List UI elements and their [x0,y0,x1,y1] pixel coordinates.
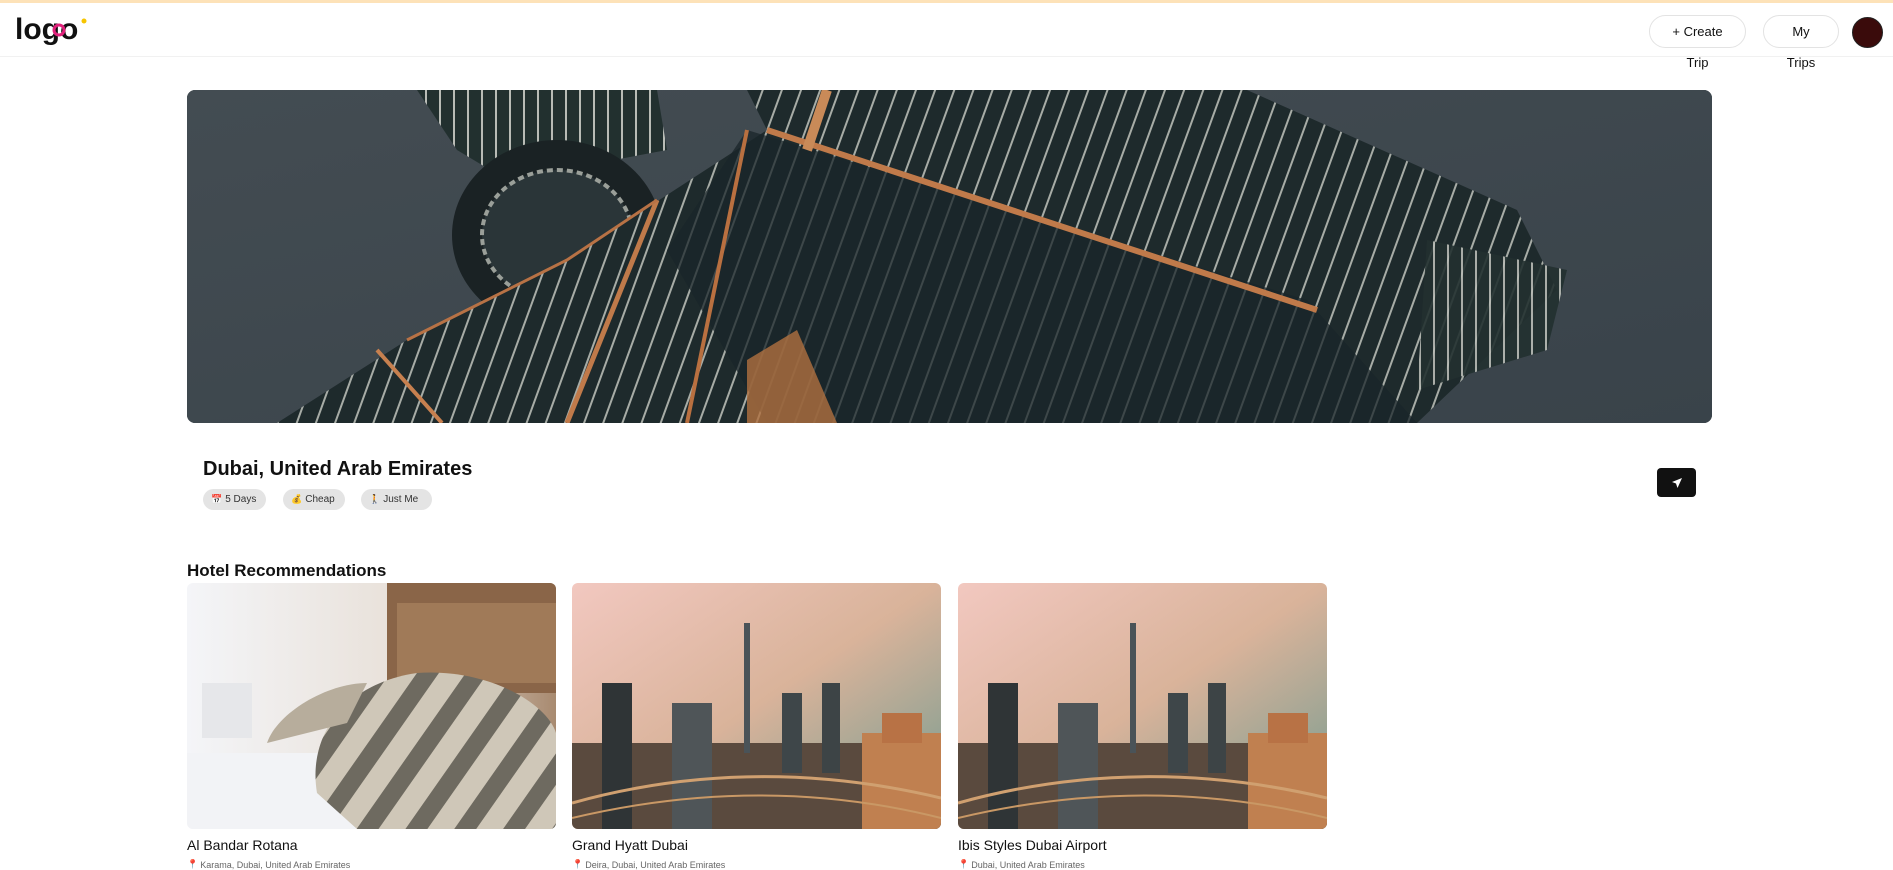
hotel-location-text: Deira, Dubai, United Arab Emirates [585,859,726,870]
svg-text:logo: logo [15,13,78,46]
trip-duration-label: 5 Days [225,494,257,505]
hotel-location: 📍 Dubai, United Arab Emirates [958,859,1327,870]
avatar[interactable] [1852,17,1883,48]
location-pin-icon: 📍 [958,859,970,869]
my-trips-button[interactable]: My Trips [1763,15,1839,70]
send-icon [1671,477,1682,488]
hotel-location-text: Dubai, United Arab Emirates [971,859,1085,870]
hotel-location: 📍 Deira, Dubai, United Arab Emirates [572,859,941,870]
location-pin-icon: 📍 [572,859,584,869]
hotel-image [572,583,941,829]
trip-travelers-tag: 🚶 Just Me [361,489,432,510]
money-bag-icon: 💰 [291,494,303,504]
hotel-card[interactable]: Grand Hyatt Dubai 📍 Deira, Dubai, United… [572,583,941,870]
location-pin-icon: 📍 [187,859,199,869]
trip-budget-label: Cheap [305,494,335,505]
hotel-image [958,583,1327,829]
trip-destination-title: Dubai, United Arab Emirates [203,458,473,480]
hotel-name: Al Bandar Rotana [187,837,298,853]
share-button[interactable] [1657,468,1696,497]
hotel-card[interactable]: Ibis Styles Dubai Airport 📍 Dubai, Unite… [958,583,1327,870]
create-trip-button[interactable]: + Create Trip [1649,15,1746,70]
person-icon: 🚶 [369,494,381,504]
hotel-name: Grand Hyatt Dubai [572,837,688,853]
trip-duration-tag: 📅 5 Days [203,489,266,510]
top-navigation-bar: logo + Create Trip My Trips [0,3,1893,70]
hotel-card[interactable]: Al Bandar Rotana 📍 Karama, Dubai, United… [187,583,556,870]
trip-budget-tag: 💰 Cheap [283,489,345,510]
calendar-icon: 📅 [211,494,223,504]
hotel-image [187,583,556,829]
hotel-location-text: Karama, Dubai, United Arab Emirates [200,859,351,870]
logo[interactable]: logo [15,11,87,51]
hero-image [187,90,1712,423]
trip-travelers-label: Just Me [383,494,419,505]
hotel-recommendations-heading: Hotel Recommendations [187,561,387,580]
hotel-name: Ibis Styles Dubai Airport [958,837,1107,853]
hotel-location: 📍 Karama, Dubai, United Arab Emirates [187,859,556,870]
